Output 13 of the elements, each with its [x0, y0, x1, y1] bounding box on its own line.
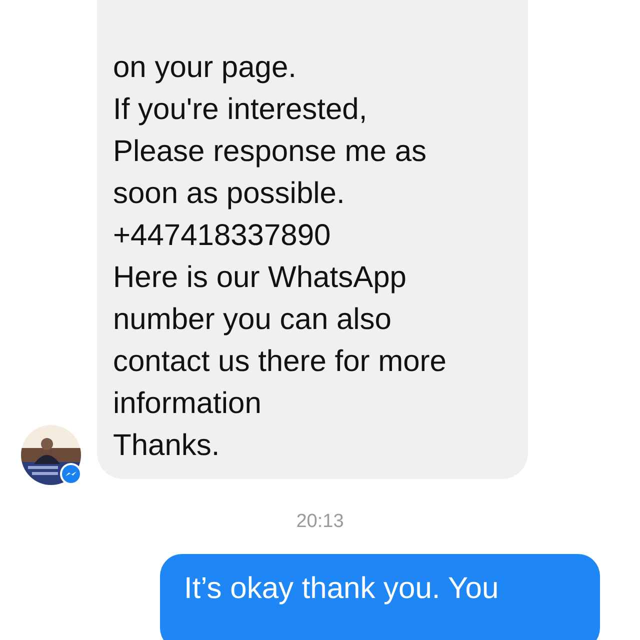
- message-text: Thanks.: [113, 428, 220, 464]
- message-text: It’s okay thank you. You: [184, 571, 499, 607]
- message-text: contact us there for more: [113, 344, 446, 380]
- message-text: information: [113, 386, 262, 422]
- message-text: on your page.: [113, 50, 296, 86]
- message-text: soon as possible.: [113, 176, 345, 212]
- timestamp: 20:13: [296, 510, 344, 534]
- chat-badge-icon: [59, 462, 83, 486]
- message-text: Please response me as: [113, 134, 427, 170]
- message-text: number you can also: [113, 302, 392, 338]
- message-text: Here is our WhatsApp: [113, 260, 406, 296]
- message-text: If you're interested,: [113, 92, 368, 128]
- message-text: +447418337890: [113, 218, 331, 254]
